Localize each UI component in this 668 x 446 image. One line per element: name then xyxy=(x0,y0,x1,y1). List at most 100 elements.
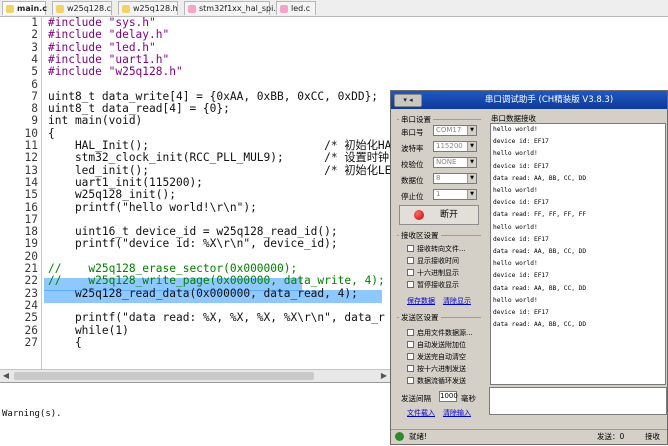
tab-label: w25q128.h xyxy=(133,4,178,13)
receive-line: data read: AA, BB, CC, DD xyxy=(493,248,587,255)
chevron-down-icon[interactable]: ▼ xyxy=(467,158,476,167)
checkbox-auto-append[interactable] xyxy=(407,341,414,348)
line-number: 27 xyxy=(24,335,38,349)
scroll-right-icon[interactable]: ▶ xyxy=(378,370,390,382)
file-load-link[interactable]: 文件载入 xyxy=(407,408,435,418)
c-file-icon xyxy=(6,5,14,13)
line-text: uint8_t data_read[4] = {0}; xyxy=(48,102,230,116)
code-line[interactable]: 4 #include "uart1.h" xyxy=(0,52,668,66)
receive-line: hello world! xyxy=(493,126,538,133)
line-number: 11 xyxy=(24,139,38,152)
horizontal-scrollbar[interactable]: ◀ ▶ xyxy=(0,369,390,382)
line-number: 7 xyxy=(31,89,38,103)
baud-label: 波特率 xyxy=(401,144,424,153)
code-line[interactable]: 1 #include "sys.h" xyxy=(0,17,668,29)
group-title: 串口设置 xyxy=(399,114,433,125)
line-number: 3 xyxy=(31,40,38,54)
databits-value: 8 xyxy=(436,174,441,182)
open-close-label: 断开 xyxy=(440,210,459,220)
tab-main-c[interactable]: main.c xyxy=(2,1,47,15)
line-text: #include "delay.h" xyxy=(48,28,170,42)
code-line[interactable]: 5 #include "w25q128.h" xyxy=(0,66,668,78)
receive-line: hello world! xyxy=(493,150,538,158)
serial-assistant-window: ▾ ◂ 串口调试助手 (CH精装版 V3.8.3) 串口设置 串口号 COM17… xyxy=(390,90,668,445)
c-file-icon xyxy=(56,5,64,13)
line-text: int main(void) xyxy=(48,114,143,128)
parity-select[interactable]: NONE ▼ xyxy=(433,157,477,168)
databits-select[interactable]: 8 ▼ xyxy=(433,173,477,184)
tab-w25q128-h[interactable]: w25q128.h xyxy=(118,1,178,15)
line-text: #include "sys.h" xyxy=(48,16,156,29)
receive-line: device id: EF17 xyxy=(493,235,549,243)
stopbits-select[interactable]: 1 ▼ xyxy=(433,189,477,200)
chevron-down-icon[interactable]: ▼ xyxy=(467,126,476,135)
checkbox-label: 启用文件数据源... xyxy=(417,329,473,337)
line-text: #include "uart1.h" xyxy=(48,52,170,66)
line-text: printf("data read: %X, %X, %X, %X\r\n", … xyxy=(48,311,385,325)
group-title: 发送区设置 xyxy=(399,312,441,323)
receive-line: hello world! xyxy=(493,260,538,268)
clear-display-link[interactable]: 清除显示 xyxy=(443,296,471,306)
checkbox-hex-send[interactable] xyxy=(407,365,414,372)
checkbox-label: 自动发送附加位 xyxy=(417,341,466,349)
scroll-left-icon[interactable]: ◀ xyxy=(0,370,12,382)
tab-stm32f1xx-hal-spi-c[interactable]: stm32f1xx_hal_spi.c xyxy=(184,1,280,15)
checkbox-hex-display[interactable] xyxy=(407,269,414,276)
code-line[interactable]: 3 #include "led.h" xyxy=(0,40,668,54)
receive-line: data read: AA, BB, CC, DD xyxy=(493,321,587,329)
save-data-link[interactable]: 保存数据 xyxy=(407,296,435,306)
line-text: printf("hello world!\r\n"); xyxy=(48,200,257,214)
line-text: stm32_clock_init(RCC_PLL_MUL9); /* 设置时钟 xyxy=(48,151,390,165)
checkbox-show-recv-time[interactable] xyxy=(407,257,414,264)
checkbox-pause-display[interactable] xyxy=(407,281,414,288)
line-number: 22 xyxy=(24,274,38,288)
interval-unit: 毫秒 xyxy=(461,394,476,403)
line-number: 21 xyxy=(24,262,38,275)
line-number: 1 xyxy=(31,16,38,29)
receive-textarea[interactable]: hello world! device id: EF17 hello world! d… xyxy=(490,123,666,385)
chevron-down-icon[interactable]: ▼ xyxy=(467,190,476,199)
status-bar: 就绪! 发送：0 接收 xyxy=(391,429,667,444)
port-label: 串口号 xyxy=(401,128,424,137)
send-count: 发送：0 xyxy=(597,432,625,441)
code-line[interactable]: 6 xyxy=(0,77,668,91)
checkbox-file-source[interactable] xyxy=(407,329,414,336)
receive-line: device id: EF17 xyxy=(493,309,549,316)
clear-input-link[interactable]: 清除输入 xyxy=(443,408,471,418)
line-number: 6 xyxy=(31,77,38,91)
title-bar[interactable]: ▾ ◂ 串口调试助手 (CH精装版 V3.8.3) xyxy=(391,91,667,109)
line-text: w25q128_init(); xyxy=(48,188,176,202)
checkbox-label: 暂停接收显示 xyxy=(417,281,459,289)
line-number: 25 xyxy=(24,311,38,325)
line-number: 16 xyxy=(24,200,38,214)
send-textarea[interactable] xyxy=(489,387,667,415)
receive-line: data read: FF, FF, FF, FF xyxy=(493,211,587,219)
tab-led-c[interactable]: led.c xyxy=(276,1,316,15)
open-close-port-button[interactable]: 断开 xyxy=(399,205,479,225)
line-text: { xyxy=(48,126,55,140)
c-file-icon xyxy=(280,5,288,13)
tab-w25q128-c[interactable]: w25q128.c xyxy=(52,1,112,15)
baud-select[interactable]: 115200 ▼ xyxy=(433,141,477,152)
receive-line: data read: AA, BB, CC, DD xyxy=(493,284,587,292)
chevron-down-icon[interactable]: ▼ xyxy=(467,142,476,151)
receive-line: hello world! xyxy=(493,223,538,231)
line-number: 19 xyxy=(24,237,38,251)
line-number: 15 xyxy=(24,188,38,202)
build-output-text: Warning(s). xyxy=(2,409,62,419)
status-icon xyxy=(395,432,404,441)
checkbox-recv-to-file[interactable] xyxy=(407,245,414,252)
checkbox-loop-send[interactable] xyxy=(407,377,414,384)
code-line[interactable]: 2 #include "delay.h" xyxy=(0,29,668,41)
scrollbar-thumb[interactable] xyxy=(14,372,314,380)
checkbox-auto-clear[interactable] xyxy=(407,353,414,360)
interval-input[interactable]: 1000 xyxy=(439,391,458,402)
receive-settings-group: 接收区设置 xyxy=(397,230,481,241)
system-menu-button[interactable]: ▾ ◂ xyxy=(394,94,422,107)
chevron-down-icon[interactable]: ▼ xyxy=(467,174,476,183)
checkbox-label: 接收转向文件... xyxy=(417,245,466,253)
port-status-led-icon xyxy=(414,210,424,220)
recv-count: 接收 xyxy=(645,432,660,441)
editor-tab-bar: main.c w25q128.c w25q128.h stm32f1xx_hal… xyxy=(0,0,668,17)
port-select[interactable]: COM17 ▼ xyxy=(433,125,477,136)
